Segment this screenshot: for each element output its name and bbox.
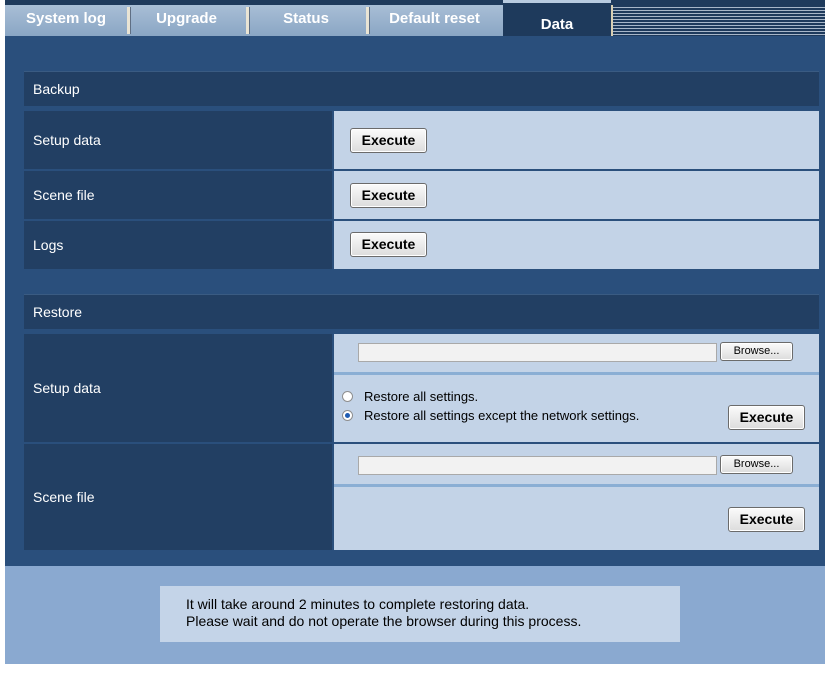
restore-except-network-option[interactable]: Restore all settings except the network … <box>342 408 639 423</box>
setup-data-file-input[interactable] <box>358 343 717 362</box>
notice-line-2: Please wait and do not operate the brows… <box>186 613 582 629</box>
backup-logs-label: Logs <box>24 221 332 269</box>
tab-label: Upgrade <box>156 10 217 27</box>
tab-upgrade[interactable]: Upgrade <box>127 5 246 36</box>
tab-bar-filler <box>611 5 825 36</box>
notice-panel: It will take around 2 minutes to complet… <box>5 566 825 664</box>
restore-setup-data-label: Setup data <box>24 334 332 442</box>
tab-label: Default reset <box>389 10 480 27</box>
scene-file-execute-button[interactable]: Execute <box>728 507 805 532</box>
restore-all-option[interactable]: Restore all settings. <box>342 389 478 404</box>
tab-system-log[interactable]: System log <box>5 5 127 36</box>
tab-bar: System log Upgrade Status Default reset … <box>5 0 825 36</box>
setup-data-browse-button[interactable]: Browse... <box>720 342 793 361</box>
row-label-text: Setup data <box>33 380 101 396</box>
backup-scene-file-execute-button[interactable]: Execute <box>350 183 427 208</box>
backup-scene-file-value: Execute <box>334 171 819 219</box>
tab-label: Status <box>283 10 329 27</box>
content-area: Backup Setup data Execute Scene file Exe… <box>5 36 825 664</box>
row-label-text: Scene file <box>33 187 95 203</box>
restore-scene-file-label: Scene file <box>24 444 332 550</box>
restore-all-option-label: Restore all settings. <box>364 389 479 404</box>
restore-title: Restore <box>33 304 83 320</box>
scene-file-file-input[interactable] <box>358 456 717 475</box>
row-label-text: Logs <box>33 237 64 253</box>
tab-label: System log <box>25 10 107 27</box>
restore-scene-file-value: Browse... Execute <box>334 444 819 550</box>
restore-setup-data-value: Browse... Restore all settings. Restore … <box>334 334 819 442</box>
backup-setup-data-execute-button[interactable]: Execute <box>350 128 427 153</box>
row-label-text: Setup data <box>33 132 101 148</box>
divider <box>334 484 819 487</box>
tab-data[interactable]: Data <box>503 0 611 36</box>
tab-status[interactable]: Status <box>246 5 366 36</box>
backup-logs-value: Execute <box>334 221 819 269</box>
tab-default-reset[interactable]: Default reset <box>366 5 503 36</box>
backup-setup-data-label: Setup data <box>24 111 332 169</box>
backup-setup-data-value: Execute <box>334 111 819 169</box>
backup-section-header: Backup <box>24 71 819 106</box>
restore-except-network-option-label: Restore all settings except the network … <box>364 408 640 423</box>
restore-section-header: Restore <box>24 294 819 329</box>
settings-window: System log Upgrade Status Default reset … <box>5 0 825 664</box>
notice-box: It will take around 2 minutes to complet… <box>160 586 680 642</box>
notice-line-1: It will take around 2 minutes to complet… <box>186 596 530 612</box>
backup-scene-file-label: Scene file <box>24 171 332 219</box>
backup-logs-execute-button[interactable]: Execute <box>350 232 427 257</box>
radio-unchecked-icon[interactable] <box>342 391 353 402</box>
tab-label: Data <box>540 16 574 33</box>
divider <box>334 372 819 375</box>
row-label-text: Scene file <box>33 489 95 505</box>
scene-file-browse-button[interactable]: Browse... <box>720 455 793 474</box>
setup-data-execute-button[interactable]: Execute <box>728 405 805 430</box>
backup-title: Backup <box>33 81 80 97</box>
radio-checked-icon[interactable] <box>342 410 353 421</box>
